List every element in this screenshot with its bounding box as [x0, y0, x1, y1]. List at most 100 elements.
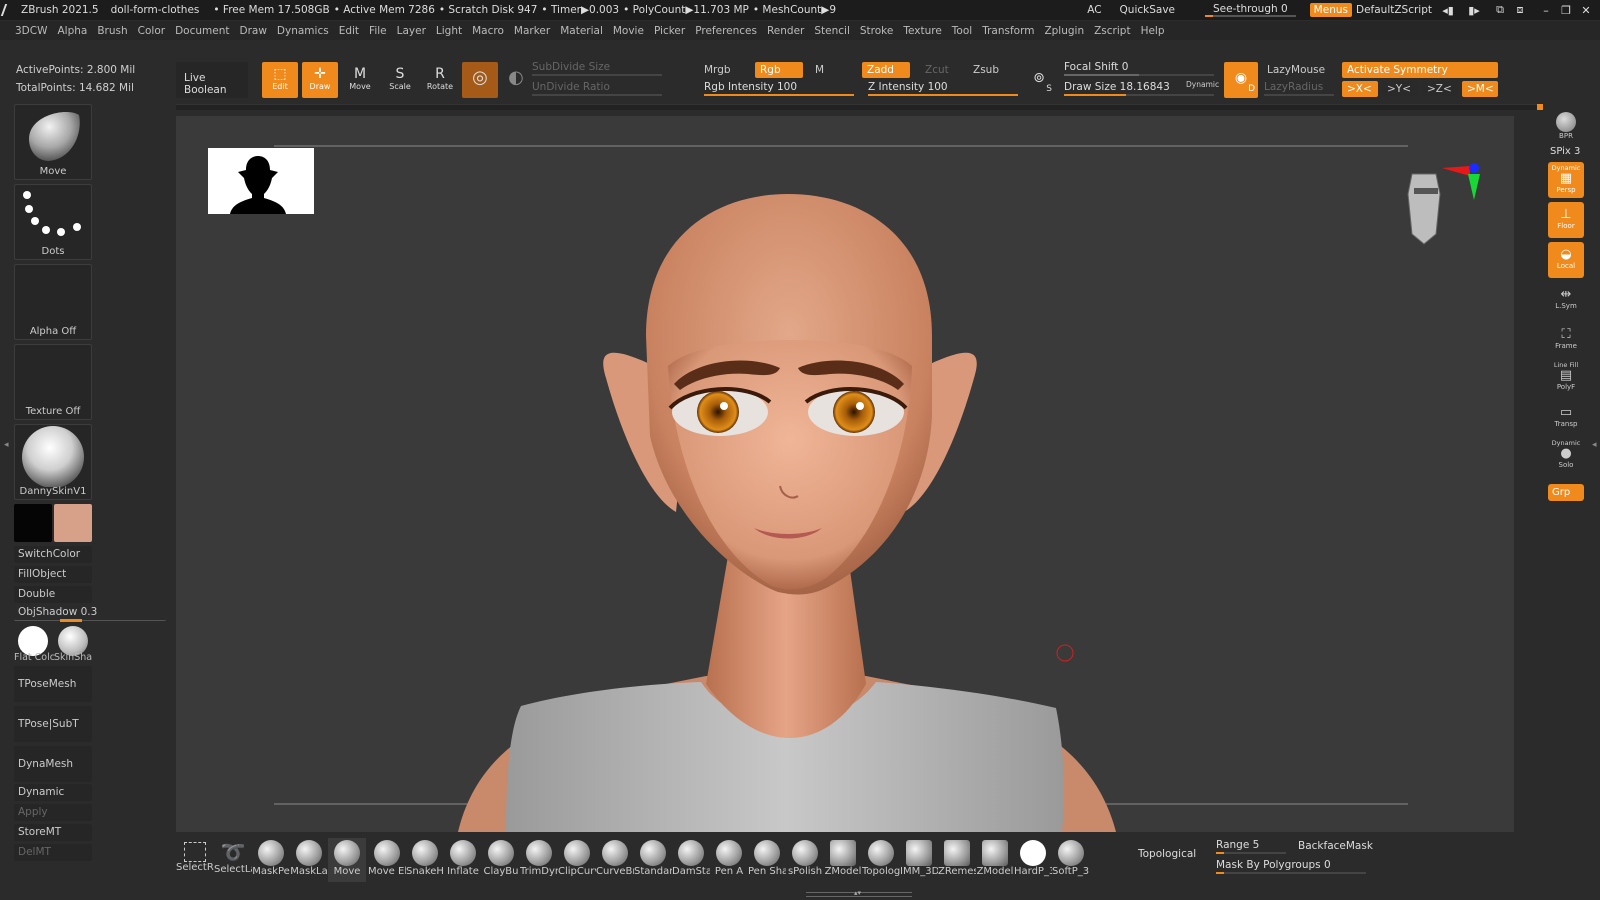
brush-select-lasso[interactable]: ➰SelectLa [214, 838, 252, 882]
menu-dynamics[interactable]: Dynamics [272, 25, 334, 37]
m-button[interactable]: M [810, 62, 829, 78]
brush-hardp-3d[interactable]: HardP_3 [1014, 838, 1052, 882]
bpr-render-button[interactable]: BPR [1548, 108, 1584, 144]
tpose-subt-button[interactable]: TPose|SubT [14, 706, 92, 742]
mask-by-polygroups-slider[interactable]: Mask By Polygroups 0 [1216, 858, 1366, 874]
menu-edit[interactable]: Edit [334, 25, 364, 37]
brush-zremesher[interactable]: ZRemes [938, 838, 976, 882]
brush-mask-lasso[interactable]: MaskLa [290, 838, 328, 882]
brush-mask-pen[interactable]: MaskPe [252, 838, 290, 882]
brush-standard[interactable]: Standar [634, 838, 672, 882]
ac-button[interactable]: AC [1087, 4, 1101, 16]
polyframe-button[interactable]: Line Fill ▤ PolyF [1548, 360, 1584, 396]
brush-zmodeler-2[interactable]: ZModel [976, 838, 1014, 882]
window-float-icon[interactable]: ⧈ [1510, 3, 1530, 17]
dynamesh-button[interactable]: DynaMesh [14, 746, 92, 782]
brush-spolish[interactable]: sPolish [786, 838, 824, 882]
alpha-picker[interactable]: Alpha Off [14, 264, 92, 340]
window-layout-icon[interactable]: ⧉ [1490, 3, 1510, 17]
menu-picker[interactable]: Picker [649, 25, 690, 37]
subdivide-size-slider[interactable]: SubDivide Size [532, 60, 662, 76]
menu-3dcw[interactable]: 3DCW [10, 25, 52, 37]
sculptris-toggle-button[interactable]: ⊚ S [1024, 62, 1054, 98]
move-mode-button[interactable]: M Move [342, 62, 378, 98]
menu-render[interactable]: Render [762, 25, 809, 37]
obj-shadow-slider[interactable]: ObjShadow 0.3 [14, 604, 166, 622]
menu-texture[interactable]: Texture [898, 25, 946, 37]
brush-curve-bridge[interactable]: CurveBr [596, 838, 634, 882]
document-canvas[interactable] [176, 116, 1514, 832]
menu-movie[interactable]: Movie [608, 25, 649, 37]
brush-pen-shadow[interactable]: Pen Sha [748, 838, 786, 882]
polygroup-view-button[interactable]: Grp [1548, 484, 1584, 501]
symmetry-m-button[interactable]: >M< [1462, 81, 1498, 97]
brush-select-rect[interactable]: SelectRe [176, 838, 214, 882]
brush-move-elastic[interactable]: Move El [368, 838, 406, 882]
brush-pen-a[interactable]: Pen A [710, 838, 748, 882]
draw-mode-button[interactable]: ✛ Draw [302, 62, 338, 98]
bottom-shelf-scroll-handle[interactable]: ▴▾ [806, 889, 912, 897]
menu-tool[interactable]: Tool [947, 25, 977, 37]
restore-icon[interactable]: ❐ [1556, 4, 1576, 17]
menu-stroke[interactable]: Stroke [855, 25, 898, 37]
tpose-mesh-button[interactable]: TPoseMesh [14, 666, 92, 702]
menu-brush[interactable]: Brush [92, 25, 132, 37]
store-mt-button[interactable]: StoreMT [14, 824, 92, 841]
undivide-ratio-slider[interactable]: UnDivide Ratio [532, 80, 662, 96]
frame-button[interactable]: ⛶ Frame [1548, 322, 1584, 358]
lazy-mouse-toggle-button[interactable]: ◉ D [1224, 62, 1258, 98]
spix-slider[interactable]: SPix 3 [1550, 146, 1580, 157]
menu-alpha[interactable]: Alpha [52, 25, 92, 37]
backface-mask-button[interactable]: BackfaceMask [1298, 840, 1373, 852]
brush-trim-dynamic[interactable]: TrimDyn [520, 838, 558, 882]
brush-clip-curve[interactable]: ClipCurv [558, 838, 596, 882]
close-icon[interactable]: ✕ [1576, 4, 1596, 17]
obj-shadow-knob[interactable] [60, 619, 82, 622]
rgb-intensity-slider[interactable]: Rgb Intensity 100 [704, 80, 854, 96]
del-mt-button[interactable]: DelMT [14, 844, 92, 861]
brush-zmodeler[interactable]: ZModel [824, 838, 862, 882]
activate-symmetry-button[interactable]: Activate Symmetry [1342, 62, 1498, 78]
brush-softp-3d[interactable]: SoftP_3D [1052, 838, 1090, 882]
menu-stencil[interactable]: Stencil [809, 25, 855, 37]
menu-document[interactable]: Document [170, 25, 234, 37]
mrgb-button[interactable]: Mrgb [699, 62, 736, 78]
solo-button[interactable]: Dynamic ● Solo [1548, 438, 1584, 474]
secondary-color-swatch[interactable] [54, 504, 92, 542]
double-button[interactable]: Double [14, 586, 92, 603]
minimize-icon[interactable]: – [1536, 4, 1556, 17]
layout-next-icon[interactable]: ▮▸ [1464, 4, 1484, 17]
menu-help[interactable]: Help [1136, 25, 1170, 37]
zcut-button[interactable]: Zcut [920, 62, 954, 78]
zsub-button[interactable]: Zsub [968, 62, 1004, 78]
rgb-button[interactable]: Rgb [755, 62, 803, 78]
left-tray-collapse-icon[interactable]: ◂ [4, 440, 9, 474]
brush-topology[interactable]: Topolog [862, 838, 900, 882]
transparency-button[interactable]: ▭ Transp [1548, 400, 1584, 436]
local-symmetry-button[interactable]: ⇹ L.Sym [1548, 282, 1584, 318]
live-boolean-button[interactable]: Live Boolean [176, 62, 248, 98]
layout-prev-icon[interactable]: ◂▮ [1438, 4, 1458, 17]
lazy-mouse-button[interactable]: LazyMouse [1262, 62, 1330, 78]
zadd-button[interactable]: Zadd [862, 62, 910, 78]
topological-button[interactable]: Topological [1138, 848, 1196, 860]
focal-shift-slider[interactable]: Focal Shift 0 [1064, 60, 1214, 76]
lazy-radius-slider[interactable]: LazyRadius [1264, 80, 1334, 96]
z-intensity-slider[interactable]: Z Intensity 100 [868, 80, 1018, 96]
default-zscript-button[interactable]: DefaultZScript [1356, 4, 1432, 16]
fill-object-button[interactable]: FillObject [14, 566, 92, 583]
switch-color-button[interactable]: SwitchColor [14, 546, 92, 563]
document-resize-handle[interactable] [1537, 104, 1543, 110]
see-through-slider[interactable]: See-through 0 [1205, 3, 1296, 17]
menus-button[interactable]: Menus [1309, 3, 1352, 17]
menu-preferences[interactable]: Preferences [690, 25, 762, 37]
menu-material[interactable]: Material [555, 25, 608, 37]
right-tray-collapse-icon[interactable]: ◂ [1592, 440, 1597, 474]
stroke-picker[interactable]: Dots [14, 184, 92, 260]
brush-clay-buildup[interactable]: ClayBu [482, 838, 520, 882]
brush-picker[interactable]: Move [14, 104, 92, 180]
menu-light[interactable]: Light [431, 25, 467, 37]
dynamic-button[interactable]: Dynamic [14, 784, 92, 801]
material-picker[interactable]: DannySkinV1 [14, 424, 92, 500]
quicksave-button[interactable]: QuickSave [1120, 4, 1175, 16]
